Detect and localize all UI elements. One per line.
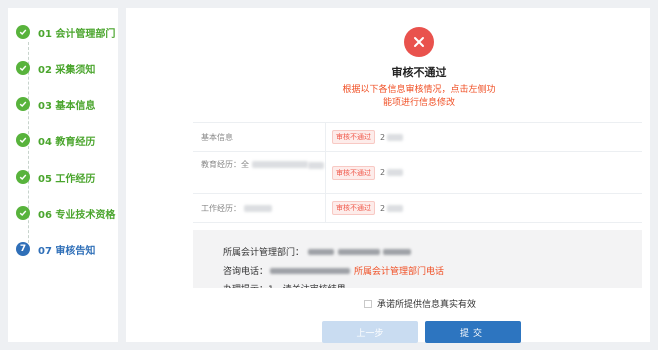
redacted-text — [244, 204, 272, 212]
row-status: 审核不通过 2 — [326, 194, 642, 222]
status-badge: 审核不通过 — [332, 165, 375, 180]
row-label-text: 教育经历：全 — [201, 160, 249, 169]
dept-phone-link[interactable]: 所属会计管理部门电话 — [354, 264, 444, 277]
submit-button[interactable]: 提交 — [425, 321, 521, 343]
result-title: 审核不通过 — [391, 66, 447, 79]
step-item-basic-info[interactable]: 03 基本信息 — [16, 94, 95, 114]
note-text: 2 — [380, 132, 386, 142]
row-label-text: 工作经历： — [201, 203, 241, 213]
review-table: 基本信息 审核不通过 2 教育经历：全 审核不通过 2 工作经历： 审核不通过 … — [193, 122, 642, 223]
row-label: 基本信息 — [193, 123, 326, 151]
step-label: 02 采集须知 — [38, 64, 96, 76]
redacted-text — [387, 133, 404, 141]
step-item-qualification[interactable]: 06 专业技术资格 — [16, 203, 115, 223]
dept-label: 所属会计管理部门： — [223, 248, 305, 258]
step-label: 03 基本信息 — [38, 100, 96, 112]
table-row: 工作经历： 审核不通过 2 — [193, 194, 642, 223]
step-item-education[interactable]: 04 教育经历 — [16, 130, 95, 150]
check-icon — [16, 97, 30, 111]
agree-text: 承诺所提供信息真实有效 — [377, 300, 477, 310]
redacted-text — [270, 267, 351, 274]
result-description: 根据以下各信息审核情况，点击左侧功能项进行信息修改 — [342, 85, 496, 108]
check-icon — [16, 206, 30, 220]
step-label: 01 会计管理部门 — [38, 28, 116, 40]
row-status: 审核不通过 2 — [326, 123, 642, 151]
row-label: 教育经历：全 — [193, 152, 326, 193]
row-label: 工作经历： — [193, 194, 326, 222]
redacted-text — [308, 162, 324, 169]
check-icon — [16, 170, 30, 184]
step-label: 06 专业技术资格 — [38, 209, 116, 221]
redacted-text — [252, 161, 308, 168]
step-item-notice[interactable]: 02 采集须知 — [16, 58, 95, 78]
status-badge: 审核不通过 — [332, 130, 375, 144]
note-text: 2 — [380, 168, 386, 177]
step-item-work[interactable]: 05 工作经历 — [16, 167, 95, 187]
agree-row[interactable]: 承诺所提供信息真实有效 — [364, 297, 476, 310]
step-number-icon: 7 — [16, 242, 30, 256]
table-row: 基本信息 审核不通过 2 — [193, 123, 642, 152]
step-label: 07 审核告知 — [38, 245, 96, 257]
note-text: 2 — [380, 203, 386, 213]
prev-button[interactable]: 上一步 — [322, 321, 418, 343]
row-status: 审核不通过 2 — [326, 152, 642, 193]
redacted-text — [387, 169, 404, 176]
status-badge: 审核不通过 — [332, 201, 375, 215]
phone-line: 咨询电话： 所属会计管理部门电话 — [223, 264, 444, 277]
step-label: 04 教育经历 — [38, 136, 96, 148]
check-icon — [16, 133, 30, 147]
row-label-text: 基本信息 — [201, 132, 233, 142]
dept-line: 所属会计管理部门： — [223, 245, 412, 258]
check-icon — [16, 61, 30, 75]
redacted-text — [383, 248, 412, 255]
step-sidebar: 01 会计管理部门 02 采集须知 03 基本信息 04 教育经历 05 工作经… — [8, 8, 118, 342]
step-item-review-notice[interactable]: 7 07 审核告知 — [16, 239, 95, 259]
phone-label: 咨询电话： — [223, 267, 269, 277]
check-icon — [16, 25, 30, 39]
step-label: 05 工作经历 — [38, 173, 96, 185]
redacted-text — [308, 248, 335, 255]
redacted-text — [387, 204, 404, 212]
step-item-accounting-dept[interactable]: 01 会计管理部门 — [16, 22, 115, 42]
redacted-text — [338, 248, 381, 255]
close-circle-icon — [404, 27, 434, 57]
table-row: 教育经历：全 审核不通过 2 — [193, 152, 642, 194]
agree-checkbox[interactable] — [364, 299, 372, 308]
